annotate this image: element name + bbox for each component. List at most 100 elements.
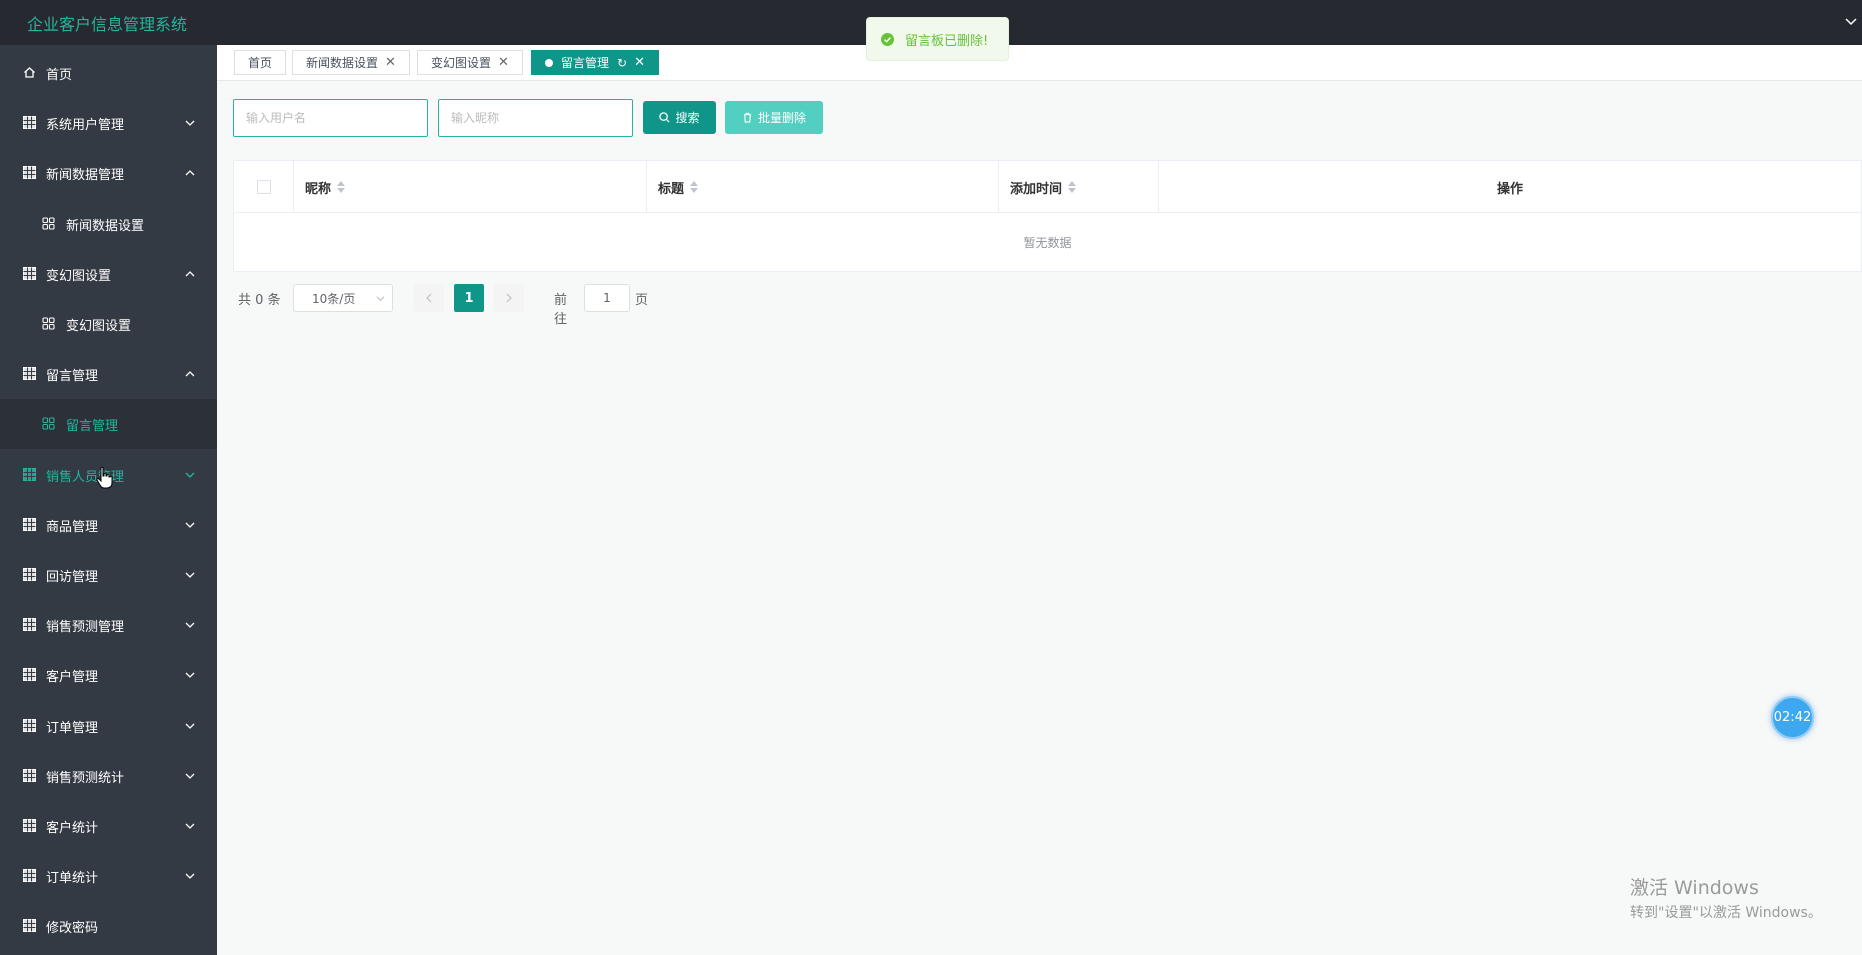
sidebar-item-3[interactable]: 新闻数据设置 <box>0 199 217 249</box>
sidebar-item-7[interactable]: 留言管理 <box>0 399 217 450</box>
grid-icon <box>23 517 36 531</box>
sidebar-item-4[interactable]: 变幻图设置 <box>0 249 217 299</box>
column-label: 标题 <box>658 181 685 197</box>
search-button-label: 搜索 <box>675 111 700 125</box>
column-label: 操作 <box>1496 181 1523 197</box>
grid-icon <box>23 166 36 180</box>
active-dot-icon <box>545 58 553 67</box>
apps-icon <box>42 417 55 430</box>
app-title: 企业客户信息管理系统 <box>27 15 188 34</box>
sidebar-item-5[interactable]: 变幻图设置 <box>0 299 217 349</box>
chevron-left-icon <box>426 293 432 303</box>
sort-icon[interactable] <box>337 181 346 193</box>
home-icon <box>24 67 35 78</box>
sidebar-item-label: 变幻图设置 <box>66 319 132 334</box>
empty-state: 暂无数据 <box>1023 236 1072 250</box>
sidebar-item-14[interactable]: 销售预测统计 <box>0 751 217 801</box>
chevron-down-icon <box>185 120 195 127</box>
prev-page-button[interactable] <box>414 284 444 312</box>
sidebar-item-12[interactable]: 客户管理 <box>0 650 217 700</box>
grid-icon <box>23 367 36 381</box>
chevron-down-icon <box>185 522 195 528</box>
next-page-button[interactable] <box>494 284 524 312</box>
chevron-down-icon <box>185 472 195 478</box>
sidebar-item-6[interactable]: 留言管理 <box>0 349 217 399</box>
search-button[interactable]: 搜索 <box>643 101 716 134</box>
sidebar-item-label: 系统用户管理 <box>46 118 125 134</box>
chevron-down-icon <box>185 572 195 578</box>
tab-label: 首页 <box>248 56 273 70</box>
column-label: 昵称 <box>305 181 332 197</box>
column-header-added-time[interactable]: 添加时间 <box>999 161 1159 213</box>
goto-label: 前往 <box>554 293 568 327</box>
grid-icon <box>23 668 36 682</box>
sort-icon[interactable] <box>690 181 699 193</box>
timer-bubble[interactable]: 02:42 <box>1771 696 1814 739</box>
close-icon[interactable]: ✕ <box>634 55 645 70</box>
username-search-input[interactable] <box>233 99 428 137</box>
select-all-cell <box>234 161 294 213</box>
column-label: 添加时间 <box>1010 181 1063 197</box>
trash-icon <box>743 112 752 123</box>
tab-carousel-settings[interactable]: 变幻图设置 ✕ <box>417 50 523 75</box>
sidebar-item-9[interactable]: 商品管理 <box>0 500 217 550</box>
tab-news-settings[interactable]: 新闻数据设置 ✕ <box>292 50 410 75</box>
nickname-search-input[interactable] <box>438 99 633 137</box>
sidebar-item-13[interactable]: 订单管理 <box>0 701 217 751</box>
sidebar-item-label: 订单管理 <box>46 720 99 736</box>
chevron-down-icon <box>185 723 195 729</box>
chevron-down-icon <box>376 296 385 302</box>
sidebar-item-11[interactable]: 销售预测管理 <box>0 600 217 650</box>
chevron-down-icon[interactable] <box>1844 14 1858 28</box>
refresh-icon[interactable]: ↻ <box>617 56 627 70</box>
page-number-button[interactable]: 1 <box>454 284 484 312</box>
tab-message-management[interactable]: 留言管理 ↻ ✕ <box>531 50 659 75</box>
chevron-down-icon <box>185 672 195 679</box>
windows-activation-watermark: 激活 Windows 转到"设置"以激活 Windows。 <box>1630 873 1822 922</box>
sort-icon[interactable] <box>1068 181 1077 193</box>
tab-home[interactable]: 首页 <box>234 50 287 75</box>
sidebar-item-1[interactable]: 系统用户管理 <box>0 98 217 148</box>
chevron-down-icon <box>185 823 195 829</box>
sidebar-item-label: 订单统计 <box>46 871 99 887</box>
close-icon[interactable]: ✕ <box>385 55 396 70</box>
sidebar-item-15[interactable]: 客户统计 <box>0 801 217 851</box>
close-icon[interactable]: ✕ <box>498 55 509 70</box>
chevron-up-icon <box>185 270 195 277</box>
grid-icon <box>23 819 36 832</box>
chevron-right-icon <box>506 293 512 303</box>
page-word: 页 <box>635 293 649 308</box>
chevron-up-icon <box>185 170 195 176</box>
search-icon <box>659 112 671 123</box>
sidebar-item-label: 销售预测统计 <box>46 770 125 786</box>
total-count: 共 0 条 <box>238 293 281 308</box>
grid-icon <box>23 718 36 732</box>
sidebar-item-label: 变幻图设置 <box>46 268 112 284</box>
tab-label: 新闻数据设置 <box>306 56 379 70</box>
tab-label: 变幻图设置 <box>431 56 492 70</box>
select-all-checkbox[interactable] <box>256 180 271 194</box>
sidebar-item-16[interactable]: 订单统计 <box>0 851 217 901</box>
sidebar-item-17[interactable]: 修改密码 <box>0 901 217 951</box>
sidebar-item-2[interactable]: 新闻数据管理 <box>0 148 217 198</box>
column-header-title[interactable]: 标题 <box>647 161 999 213</box>
batch-delete-button[interactable]: 批量删除 <box>725 101 823 134</box>
goto-page-input[interactable] <box>584 284 630 312</box>
sidebar-item-10[interactable]: 回访管理 <box>0 550 217 600</box>
sidebar-item-label: 新闻数据管理 <box>46 168 125 184</box>
grid-icon <box>23 919 36 933</box>
page-size-select[interactable]: 10条/页 <box>293 284 393 312</box>
chevron-down-icon <box>185 622 195 629</box>
grid-icon <box>23 768 36 782</box>
sidebar-item-label: 新闻数据设置 <box>66 218 145 234</box>
column-header-nickname[interactable]: 昵称 <box>294 161 647 213</box>
sidebar: 首页 系统用户管理 新闻数据管理 新闻数据设置 变幻图设置 变幻图设置 留言管理 留言管理 销售… <box>0 45 217 955</box>
sidebar-item-label: 客户统计 <box>46 821 99 836</box>
apps-icon <box>42 217 55 230</box>
tab-label: 留言管理 <box>561 56 610 70</box>
batch-delete-label: 批量删除 <box>757 111 806 125</box>
message-table: 昵称 标题 添加时间 操作 暂无数据 <box>233 160 1862 272</box>
sidebar-item-0[interactable]: 首页 <box>0 48 217 98</box>
watermark-subtitle: 转到"设置"以激活 Windows。 <box>1630 905 1822 921</box>
sidebar-item-label: 回访管理 <box>46 570 99 585</box>
